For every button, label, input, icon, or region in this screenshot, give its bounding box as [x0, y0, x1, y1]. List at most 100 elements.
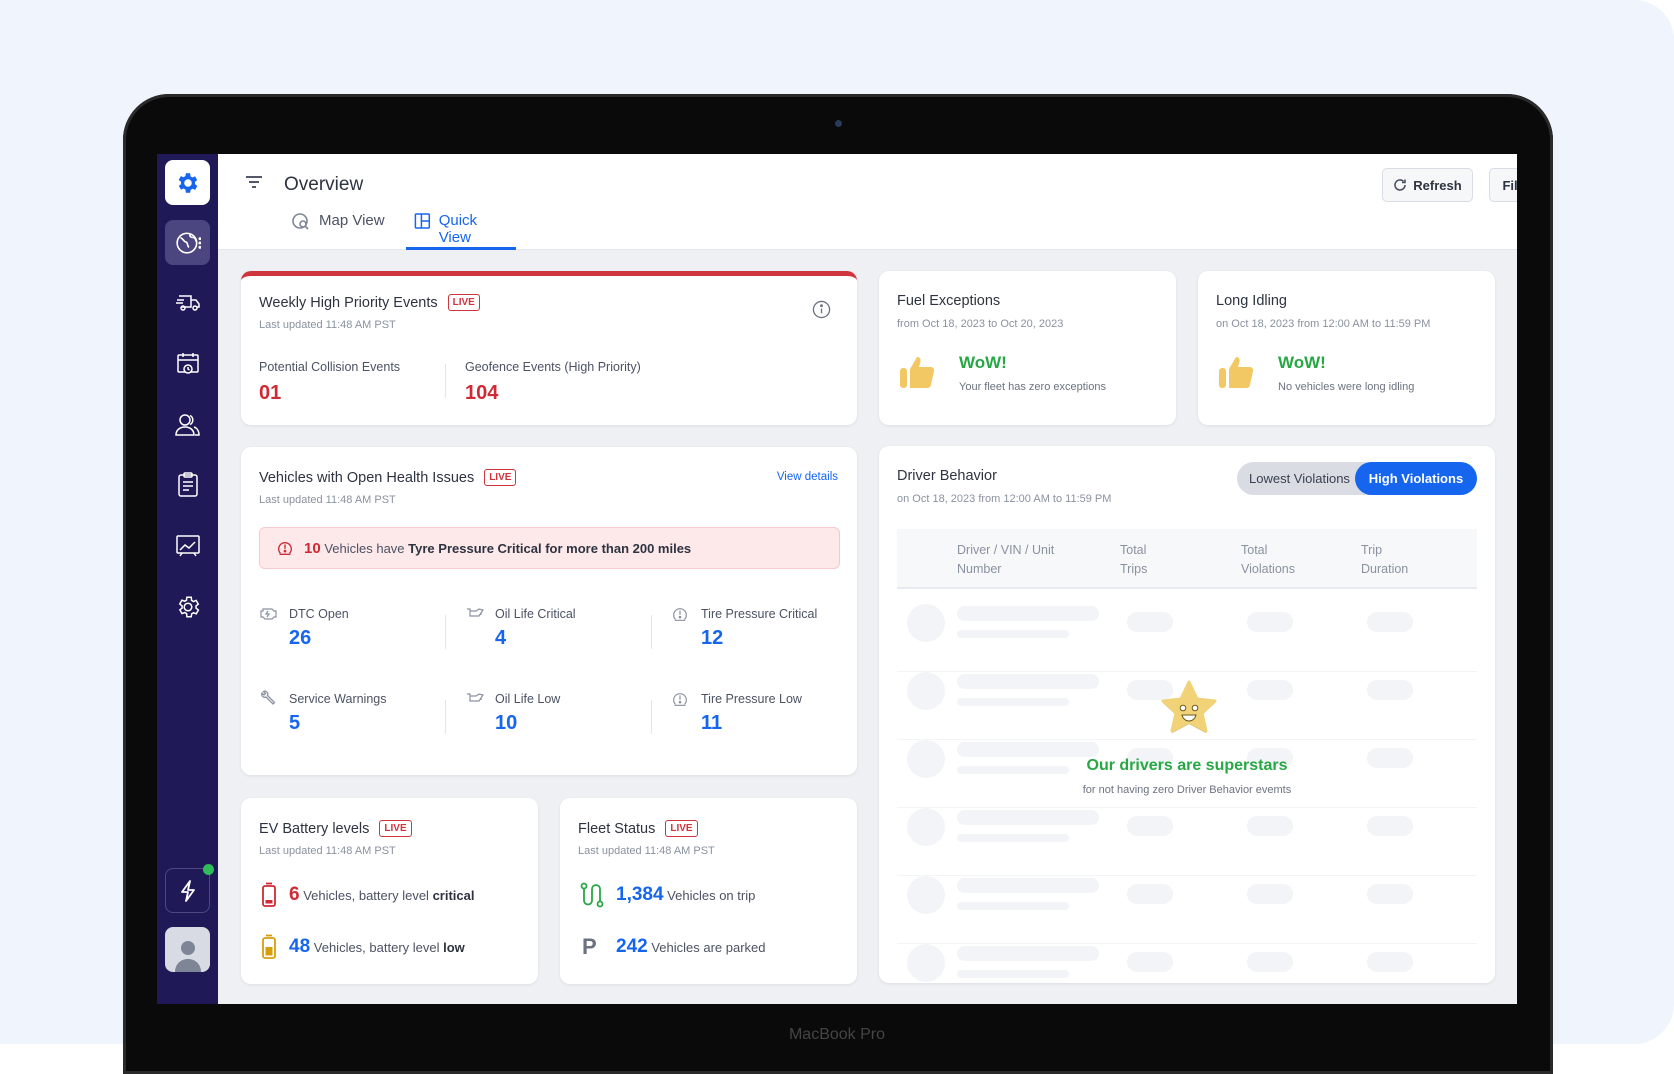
date-range: on Oct 18, 2023 from 12:00 AM to 11:59 P… — [897, 493, 1112, 505]
table-header: Driver / VIN / Unit Number Total Trips T… — [897, 529, 1477, 589]
info-icon[interactable] — [812, 300, 831, 319]
last-updated: Last updated 11:48 AM PST — [259, 494, 396, 506]
skeleton-avatar — [907, 604, 945, 642]
wow-text: WoW! — [959, 353, 1007, 372]
health-metric[interactable]: Oil Life Critical 4 — [465, 607, 645, 667]
metric-label: Geofence Events (High Priority) — [465, 360, 641, 374]
health-metric[interactable]: DTC Open 26 — [259, 607, 439, 667]
skeleton-pill — [1367, 952, 1413, 972]
online-status-dot — [203, 864, 214, 875]
metric-value: 4 — [495, 627, 507, 649]
quick-actions-button[interactable] — [165, 868, 210, 913]
geofence-count[interactable]: 104 — [465, 382, 498, 405]
status-message: No vehicles were long idling — [1278, 381, 1415, 393]
skeleton-line — [957, 902, 1069, 910]
skeleton-pill — [1127, 612, 1173, 632]
skeleton-row — [897, 604, 1477, 672]
parked-count: 242 — [616, 936, 648, 957]
bolt-icon — [180, 879, 195, 902]
health-metric[interactable]: Tire Pressure Low 11 — [671, 692, 851, 752]
skeleton-line — [957, 698, 1069, 706]
view-details-link[interactable]: View details — [777, 471, 838, 483]
health-metric[interactable]: Service Warnings 5 — [259, 690, 439, 752]
skeleton-pill — [1367, 612, 1413, 632]
sidebar-item-vehicles[interactable] — [165, 280, 210, 325]
refresh-label: Refresh — [1413, 177, 1462, 193]
skeleton-line — [957, 970, 1069, 978]
clipboard-icon — [177, 471, 198, 497]
card-title: Weekly High Priority Events LIVE — [259, 294, 480, 311]
empty-state-title: Our drivers are superstars — [1086, 757, 1288, 774]
wow-text: WoW! — [1278, 353, 1326, 372]
divider — [445, 364, 446, 398]
row-emphasis: low — [443, 940, 465, 955]
battery-critical-row[interactable]: 6 Vehicles, battery level critical — [261, 882, 474, 908]
battery-low-row[interactable]: 48 Vehicles, battery level low — [261, 934, 465, 960]
sidebar-item-schedule[interactable] — [165, 341, 210, 386]
metric-value: 11 — [701, 712, 723, 734]
toggle-lowest-violations[interactable]: Lowest Violations — [1249, 471, 1350, 486]
skeleton-pill — [1367, 680, 1413, 700]
alert-count: 10 — [304, 539, 321, 557]
fuel-exceptions-card: Fuel Exceptions from Oct 18, 2023 to Oct… — [879, 271, 1176, 425]
filters-button[interactable]: Filters — [1489, 168, 1517, 202]
skeleton-line — [957, 674, 1099, 689]
tire-pressure-icon — [671, 690, 689, 713]
route-icon — [580, 882, 604, 908]
toggle-high-violations[interactable]: High Violations — [1355, 462, 1477, 495]
row-text: Vehicles, battery level — [313, 940, 440, 955]
date-range: from Oct 18, 2023 to Oct 20, 2023 — [897, 318, 1064, 330]
skeleton-line — [957, 606, 1099, 621]
metric-value: 26 — [289, 627, 312, 649]
metric-value: 10 — [495, 712, 518, 734]
card-title: Long Idling — [1216, 293, 1287, 309]
user-silhouette-icon — [174, 941, 201, 972]
collision-count[interactable]: 01 — [259, 382, 281, 405]
skeleton-pill — [1367, 816, 1413, 836]
sidebar-item-globe[interactable] — [165, 220, 210, 265]
health-metric[interactable]: Tire Pressure Critical 12 — [671, 607, 851, 667]
alert-emphasis: Tyre Pressure Critical for more than 200… — [408, 540, 692, 556]
row-text: Vehicles are parked — [651, 940, 766, 955]
health-metric[interactable]: Oil Life Low 10 — [465, 692, 645, 752]
last-updated: Last updated 11:48 AM PST — [259, 319, 396, 331]
globe-icon — [175, 231, 201, 254]
chart-board-icon — [175, 534, 200, 556]
skeleton-line — [957, 630, 1069, 638]
smiling-star-icon — [1161, 680, 1217, 733]
tab-map-view[interactable]: Map View — [285, 212, 391, 250]
skeleton-avatar — [907, 808, 945, 846]
refresh-icon — [1394, 179, 1407, 191]
driver-behavior-card: Driver Behavior on Oct 18, 2023 from 12:… — [879, 446, 1495, 983]
last-updated: Last updated 11:48 AM PST — [578, 845, 715, 857]
metric-label: Tire Pressure Critical — [701, 607, 818, 621]
tab-quick-view[interactable]: Quick View — [406, 212, 516, 250]
tire-pressure-icon — [278, 542, 292, 555]
divider — [445, 615, 446, 649]
tyre-alert-banner[interactable]: 10 Vehicles have Tyre Pressure Critical … — [259, 527, 840, 569]
filters-label: Filters — [1502, 177, 1517, 193]
filter-menu-icon[interactable] — [244, 172, 264, 192]
row-text: Vehicles on trip — [667, 888, 756, 903]
users-icon — [174, 413, 200, 436]
metric-value: 5 — [289, 712, 301, 734]
refresh-button[interactable]: Refresh — [1382, 168, 1473, 202]
skeleton-line — [957, 878, 1099, 893]
sidebar-item-reports[interactable] — [165, 462, 210, 507]
sidebar-item-drivers[interactable] — [165, 402, 210, 447]
battery-low-icon — [262, 934, 276, 959]
metric-value: 12 — [701, 627, 724, 649]
on-trip-row[interactable]: 1,384 Vehicles on trip — [580, 882, 755, 908]
sidebar-item-analytics[interactable] — [165, 523, 210, 568]
empty-state-subtitle: for not having zero Driver Behavior evem… — [1082, 784, 1292, 796]
parked-row[interactable]: P 242 Vehicles are parked — [582, 934, 766, 960]
page-header: Overview Map View Quick View Refresh Fil… — [218, 154, 1517, 250]
skeleton-row — [897, 876, 1477, 944]
sidebar-item-settings[interactable] — [165, 584, 210, 629]
battery-critical-icon — [262, 882, 276, 907]
skeleton-line — [957, 946, 1099, 961]
skeleton-line — [957, 742, 1099, 757]
app-logo[interactable] — [165, 160, 210, 205]
avatar[interactable] — [165, 927, 210, 972]
skeleton-line — [957, 834, 1069, 842]
